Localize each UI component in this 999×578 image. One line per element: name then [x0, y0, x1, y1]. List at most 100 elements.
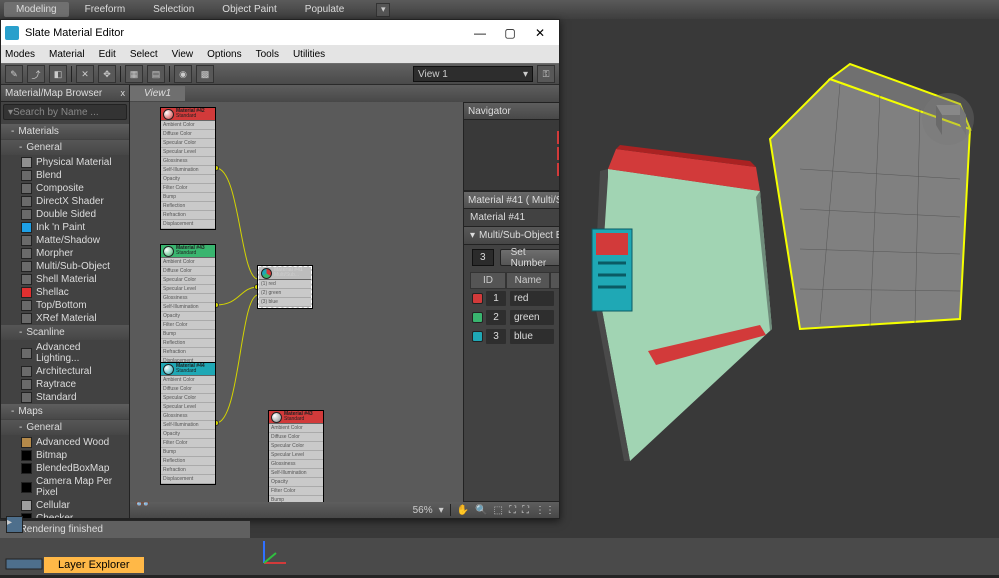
- name-input[interactable]: green: [510, 310, 554, 325]
- submaterial-button[interactable]: Material #42 ( Standard ): [558, 290, 559, 307]
- tool-eyedrop[interactable]: ⤴: [27, 65, 45, 83]
- tree-item[interactable]: DirectX Shader: [1, 195, 129, 208]
- tool-layout2[interactable]: ▤: [147, 65, 165, 83]
- ribbon-tab-modeling[interactable]: Modeling: [4, 2, 69, 17]
- search-input[interactable]: ▾ Search by Name ...: [3, 104, 127, 120]
- tree-group[interactable]: - General: [1, 140, 129, 155]
- drag-swatch[interactable]: [472, 293, 483, 304]
- tree-item[interactable]: Raytrace: [1, 378, 129, 391]
- menu-material[interactable]: Material: [49, 49, 85, 60]
- tree-item[interactable]: Architectural: [1, 365, 129, 378]
- zoom-icon[interactable]: 🔍: [475, 505, 487, 516]
- material-node[interactable]: Material #43StandardAmbient ColorDiffuse…: [268, 410, 324, 502]
- fit-icon[interactable]: ⛶: [509, 505, 516, 516]
- ribbon-expand-icon[interactable]: ▾: [376, 3, 390, 17]
- ribbon-tab-populate[interactable]: Populate: [293, 2, 356, 17]
- browser-header[interactable]: Material/Map Browserx: [1, 85, 129, 102]
- menu-tools[interactable]: Tools: [256, 49, 279, 60]
- submaterial-count-input[interactable]: 3: [472, 249, 494, 266]
- close-button[interactable]: ✕: [525, 20, 555, 45]
- binoculars-icon[interactable]: 👓: [135, 497, 150, 511]
- material-node[interactable]: Material #44StandardAmbient ColorDiffuse…: [160, 362, 216, 485]
- tree-item[interactable]: Morpher: [1, 247, 129, 260]
- parameter-editor: Material #41 ( Multi/Sub-Object )x Mater…: [463, 191, 559, 502]
- drag-swatch[interactable]: [472, 331, 483, 342]
- tree-item[interactable]: Shell Material: [1, 273, 129, 286]
- view-combo[interactable]: View 1▾: [413, 66, 533, 82]
- tree-item[interactable]: XRef Material: [1, 312, 129, 325]
- ribbon-tab-object-paint[interactable]: Object Paint: [210, 2, 288, 17]
- tree-item[interactable]: Physical Material: [1, 156, 129, 169]
- navigator-view[interactable]: [464, 120, 559, 190]
- submaterial-button[interactable]: Material #43 ( Standard ): [558, 309, 559, 326]
- material-node[interactable]: Material #42StandardAmbient ColorDiffuse…: [160, 107, 216, 230]
- tree-group[interactable]: - Maps: [1, 404, 129, 419]
- tree-item[interactable]: Ink 'n Paint: [1, 221, 129, 234]
- window-titlebar[interactable]: Slate Material Editor — ▢ ✕: [1, 20, 559, 45]
- axis-gizmo: [260, 537, 290, 567]
- rollup-header[interactable]: ▾Multi/Sub-Object Basic Parameters: [464, 226, 559, 245]
- drag-swatch[interactable]: [472, 312, 483, 323]
- menu-view[interactable]: View: [172, 49, 194, 60]
- tree-item[interactable]: Bitmap: [1, 449, 129, 462]
- maximize-button[interactable]: ▢: [495, 20, 525, 45]
- id-input[interactable]: 3: [486, 329, 506, 344]
- minimize-button[interactable]: —: [465, 20, 495, 45]
- viewport-toggle[interactable]: ▸: [6, 516, 23, 533]
- tree-item[interactable]: Standard: [1, 391, 129, 404]
- col-id-header[interactable]: ID: [470, 272, 506, 289]
- zoom-region-icon[interactable]: ⬚: [494, 505, 503, 516]
- multi-sub-node[interactable]: Material #41Multi/Sub...(1) red(2) green…: [258, 266, 312, 308]
- tree-item[interactable]: Cellular: [1, 499, 129, 512]
- tree-item[interactable]: Shellac: [1, 286, 129, 299]
- menu-select[interactable]: Select: [130, 49, 158, 60]
- tree-group[interactable]: - Materials: [1, 124, 129, 139]
- menu-options[interactable]: Options: [207, 49, 241, 60]
- param-header[interactable]: Material #41 ( Multi/Sub-Object )x: [464, 192, 559, 209]
- menu-modes[interactable]: Modes: [5, 49, 35, 60]
- browser-close-icon[interactable]: x: [121, 88, 126, 98]
- tool-layout[interactable]: ▦: [125, 65, 143, 83]
- tree-group[interactable]: - General: [1, 420, 129, 435]
- layer-explorer-tab[interactable]: Layer Explorer: [44, 557, 144, 573]
- tree-item[interactable]: Camera Map Per Pixel: [1, 475, 129, 499]
- tree-item[interactable]: Top/Bottom: [1, 299, 129, 312]
- menu-utilities[interactable]: Utilities: [293, 49, 325, 60]
- tool-pick[interactable]: ✎: [5, 65, 23, 83]
- tool-show[interactable]: ◉: [174, 65, 192, 83]
- menu-edit[interactable]: Edit: [99, 49, 116, 60]
- tree-item[interactable]: Advanced Wood: [1, 436, 129, 449]
- set-number-button[interactable]: Set Number: [500, 249, 559, 266]
- node-graph[interactable]: Navigatorx Material #41 ( Multi/Sub-Obje…: [130, 102, 559, 502]
- fit-all-icon[interactable]: ⛶: [522, 505, 529, 516]
- tree-item[interactable]: Double Sided: [1, 208, 129, 221]
- tool-lock[interactable]: ⚿: [537, 65, 555, 83]
- id-input[interactable]: 2: [486, 310, 506, 325]
- browser-tree[interactable]: - Materials- GeneralPhysical MaterialBle…: [1, 122, 129, 518]
- tool-assign[interactable]: ◧: [49, 65, 67, 83]
- ribbon-tab-selection[interactable]: Selection: [141, 2, 206, 17]
- view-tab-1[interactable]: View1: [130, 86, 185, 101]
- name-input[interactable]: blue: [510, 329, 554, 344]
- submaterial-button[interactable]: Material #44 ( Standard ): [558, 328, 559, 345]
- navigator-header[interactable]: Navigatorx: [464, 103, 559, 120]
- ribbon-tab-freeform[interactable]: Freeform: [73, 2, 138, 17]
- col-sub-header[interactable]: Sub-Material: [550, 272, 559, 289]
- tree-item[interactable]: Matte/Shadow: [1, 234, 129, 247]
- tree-item[interactable]: Multi/Sub-Object: [1, 260, 129, 273]
- arrange-icon[interactable]: ⋮⋮: [535, 505, 555, 516]
- material-node[interactable]: Material #43StandardAmbient ColorDiffuse…: [160, 244, 216, 367]
- navigator-panel: Navigatorx: [463, 102, 559, 191]
- col-name-header[interactable]: Name: [506, 272, 550, 289]
- tool-move[interactable]: ✥: [98, 65, 116, 83]
- tree-item[interactable]: Composite: [1, 182, 129, 195]
- name-input[interactable]: red: [510, 291, 554, 306]
- tool-delete[interactable]: ✕: [76, 65, 94, 83]
- tree-item[interactable]: Blend: [1, 169, 129, 182]
- tool-bg[interactable]: ▩: [196, 65, 214, 83]
- tree-item[interactable]: Advanced Lighting...: [1, 341, 129, 365]
- tree-group[interactable]: - Scanline: [1, 325, 129, 340]
- pan-icon[interactable]: ✋: [457, 505, 469, 516]
- id-input[interactable]: 1: [486, 291, 506, 306]
- tree-item[interactable]: BlendedBoxMap: [1, 462, 129, 475]
